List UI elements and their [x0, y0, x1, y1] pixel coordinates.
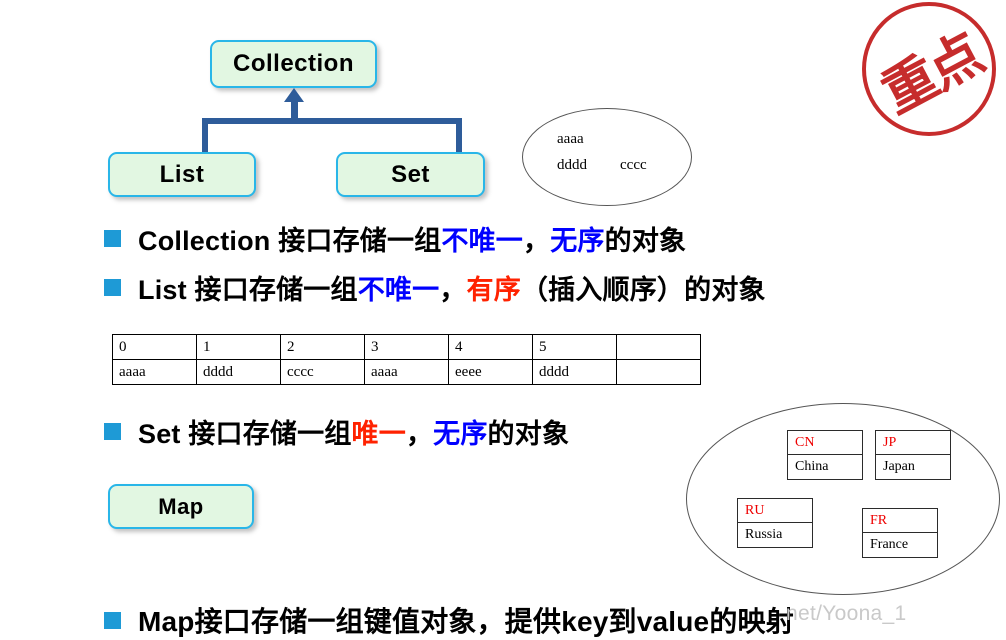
highlight-unordered: 无序 [550, 226, 605, 256]
node-set[interactable]: Set [336, 152, 485, 197]
table-cell-index [616, 334, 701, 360]
text-segment: 的对象 [487, 419, 570, 449]
table-cell-index: 1 [196, 334, 281, 360]
table-cell-value: dddd [532, 359, 617, 385]
node-collection[interactable]: Collection [210, 40, 377, 88]
set-item: dddd [557, 157, 587, 173]
table-cell-value: dddd [196, 359, 281, 385]
text-segment: ， [405, 419, 434, 449]
arrow-up-icon [284, 88, 304, 102]
watermark: net/Yoona_1 [786, 602, 907, 625]
text-segment: List 接口存储一组 [138, 275, 358, 305]
map-entry-key: RU [738, 499, 812, 523]
bullet-list: List 接口存储一组不唯一，有序（插入顺序）的对象 [104, 268, 766, 307]
node-list-label: List [159, 160, 205, 188]
text-segment: ， [439, 275, 467, 305]
index-table: 0 1 2 3 4 5 aaaa dddd cccc aaaa eeee ddd… [112, 334, 701, 385]
node-map[interactable]: Map [108, 484, 254, 529]
text-segment: Map接口存储一组键值对象，提供key到value的映射 [138, 606, 794, 637]
table-cell-value: aaaa [112, 359, 197, 385]
set-item: cccc [620, 157, 647, 173]
table-cell-value: eeee [448, 359, 533, 385]
bullet-list-text: List 接口存储一组不唯一，有序（插入顺序）的对象 [138, 268, 766, 307]
table-cell-value: aaaa [364, 359, 449, 385]
highlight-unordered: 无序 [433, 419, 488, 449]
connector-horizontal [202, 118, 462, 124]
map-entry-value: China [795, 459, 829, 474]
bullet-set-text: Set 接口存储一组唯一，无序的对象 [138, 412, 569, 451]
table-cell-index: 4 [448, 334, 533, 360]
text-segment: Collection 接口存储一组 [138, 226, 442, 256]
slide-canvas: Collection List Set aaaa dddd cccc Colle… [0, 0, 1006, 637]
stamp-label: 重点 [871, 21, 992, 126]
text-segment: （插入顺序）的对象 [520, 275, 766, 305]
map-entry-key: CN [788, 431, 862, 455]
table-cell-index: 5 [532, 334, 617, 360]
text-segment: ， [523, 226, 551, 256]
node-set-label: Set [391, 160, 430, 188]
map-entry-value: Japan [883, 459, 915, 474]
bullet-map-text: Map接口存储一组键值对象，提供key到value的映射 [138, 600, 794, 640]
text-segment: 的对象 [604, 226, 687, 256]
highlight-unique: 唯一 [351, 419, 406, 449]
node-list[interactable]: List [108, 152, 256, 197]
map-entry-value: France [870, 537, 909, 552]
table-row-values: aaaa dddd cccc aaaa eeee dddd [112, 359, 701, 385]
bullet-square-icon [104, 611, 121, 629]
set-ellipse [522, 108, 692, 206]
set-item: aaaa [557, 131, 584, 147]
key-point-stamp-icon: 重点 [862, 2, 996, 136]
map-entry-box: JP Japan [875, 430, 951, 480]
map-entry-key: JP [876, 431, 950, 455]
bullet-collection: Collection 接口存储一组不唯一，无序的对象 [104, 219, 686, 258]
text-segment: Set 接口存储一组 [138, 419, 352, 449]
bullet-square-icon [104, 423, 121, 440]
table-cell-value [616, 359, 701, 385]
bullet-collection-text: Collection 接口存储一组不唯一，无序的对象 [138, 219, 686, 258]
node-map-label: Map [158, 493, 204, 519]
table-cell-index: 3 [364, 334, 449, 360]
map-entry-key: FR [863, 509, 937, 533]
map-entry-box: RU Russia [737, 498, 813, 548]
node-collection-label: Collection [232, 50, 354, 77]
bullet-set: Set 接口存储一组唯一，无序的对象 [104, 412, 569, 451]
table-row-indices: 0 1 2 3 4 5 [112, 334, 701, 360]
table-cell-value: cccc [280, 359, 365, 385]
highlight-not-unique: 不唯一 [441, 226, 524, 256]
table-cell-index: 0 [112, 334, 197, 360]
bullet-square-icon [104, 279, 121, 296]
map-entry-box: CN China [787, 430, 863, 480]
bullet-map: Map接口存储一组键值对象，提供key到value的映射 [104, 600, 794, 640]
table-cell-index: 2 [280, 334, 365, 360]
highlight-not-unique: 不唯一 [357, 275, 440, 305]
bullet-square-icon [104, 230, 121, 247]
highlight-ordered: 有序 [466, 275, 521, 305]
map-entry-box: FR France [862, 508, 938, 558]
map-entry-value: Russia [745, 527, 783, 542]
